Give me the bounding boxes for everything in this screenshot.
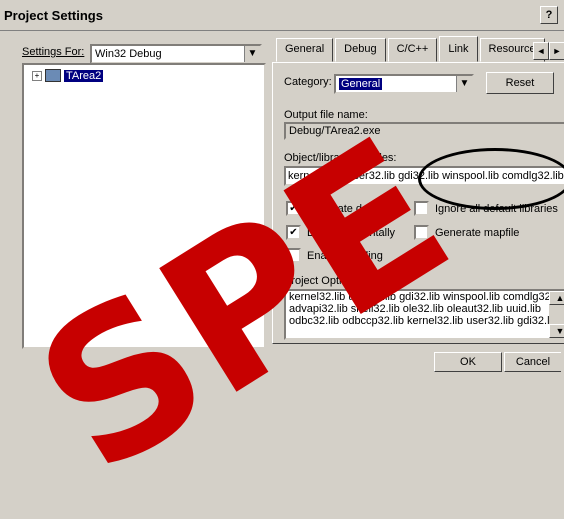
reset-button[interactable]: Reset xyxy=(486,72,554,94)
scroll-up-icon[interactable]: ▲ xyxy=(549,291,564,305)
project-options-line: kernel32.lib user32.lib gdi32.lib winspo… xyxy=(289,291,564,303)
tab-scroll-left-icon[interactable]: ◄ xyxy=(533,42,549,60)
project-tree[interactable]: + TArea2 xyxy=(22,63,266,349)
checkbox-checked-icon[interactable]: ✔ xyxy=(286,201,301,216)
chevron-down-icon[interactable]: ▼ xyxy=(244,46,260,62)
dialog-title: Project Settings xyxy=(4,8,103,23)
tab-general[interactable]: General xyxy=(276,38,334,62)
expand-icon[interactable]: + xyxy=(32,70,42,81)
cancel-button[interactable]: Cancel xyxy=(504,352,561,372)
gen-mapfile-checkbox[interactable]: Generate mapfile xyxy=(414,225,519,240)
enable-profiling-checkbox[interactable]: Enable profiling xyxy=(286,248,383,263)
tree-item-tarea2[interactable]: + TArea2 xyxy=(32,69,104,82)
modules-label: Object/library modules: xyxy=(284,152,397,164)
category-label: Category: xyxy=(284,76,332,88)
project-options-scrollbar[interactable]: ▲ ▼ xyxy=(549,291,564,338)
project-options-line: advapi32.lib shell32.lib ole32.lib oleau… xyxy=(289,303,541,315)
help-button[interactable]: ? xyxy=(540,6,558,24)
output-file-field[interactable]: Debug/TArea2.exe xyxy=(284,122,564,140)
settings-for-value: Win32 Debug xyxy=(95,48,162,60)
category-combo[interactable]: General ▼ xyxy=(334,74,474,94)
scroll-down-icon[interactable]: ▼ xyxy=(549,324,564,338)
gen-mapfile-label: Generate mapfile xyxy=(435,226,520,239)
checkbox-unchecked-icon[interactable] xyxy=(414,225,429,240)
project-options-label: Project Options: xyxy=(284,275,363,287)
chevron-down-icon[interactable]: ▼ xyxy=(456,76,472,92)
ignore-libs-checkbox[interactable]: Ignore all default libraries xyxy=(414,201,558,216)
checkbox-checked-icon[interactable]: ✔ xyxy=(286,225,301,240)
gen-debug-checkbox[interactable]: ✔ Generate debug info xyxy=(286,201,407,216)
link-incr-checkbox[interactable]: ✔ Link incrementally xyxy=(286,225,395,240)
title-bar: Project Settings ? xyxy=(0,0,564,31)
project-options-line: odbc32.lib odbccp32.lib kernel32.lib use… xyxy=(289,315,559,327)
tab-cpp[interactable]: C/C++ xyxy=(387,38,438,62)
link-incr-label: Link incrementally xyxy=(307,226,396,239)
project-options-text[interactable]: kernel32.lib user32.lib gdi32.lib winspo… xyxy=(284,289,564,340)
gen-debug-label: Generate debug info xyxy=(307,202,408,215)
ok-button[interactable]: OK xyxy=(434,352,502,372)
modules-field[interactable]: kernel32.lib user32.lib gdi32.lib winspo… xyxy=(284,166,564,186)
checkbox-unchecked-icon[interactable] xyxy=(414,201,429,216)
tab-debug[interactable]: Debug xyxy=(335,38,386,62)
ignore-libs-label: Ignore all default libraries xyxy=(435,202,558,215)
tree-item-label: TArea2 xyxy=(64,69,104,82)
settings-for-combo[interactable]: Win32 Debug ▼ xyxy=(90,44,262,64)
category-value: General xyxy=(339,78,383,90)
project-icon xyxy=(45,69,61,82)
enable-profiling-label: Enable profiling xyxy=(307,249,383,262)
settings-for-label-text: Settings For: xyxy=(22,46,85,58)
checkbox-unchecked-icon[interactable] xyxy=(286,248,301,263)
output-file-label: Output file name: xyxy=(284,109,368,121)
settings-for-label: Settings For: xyxy=(22,46,84,58)
tab-strip: General Debug C/C++ Link Resource xyxy=(276,36,547,62)
tab-scroll-right-icon[interactable]: ► xyxy=(549,42,564,60)
tab-link[interactable]: Link xyxy=(439,36,478,62)
